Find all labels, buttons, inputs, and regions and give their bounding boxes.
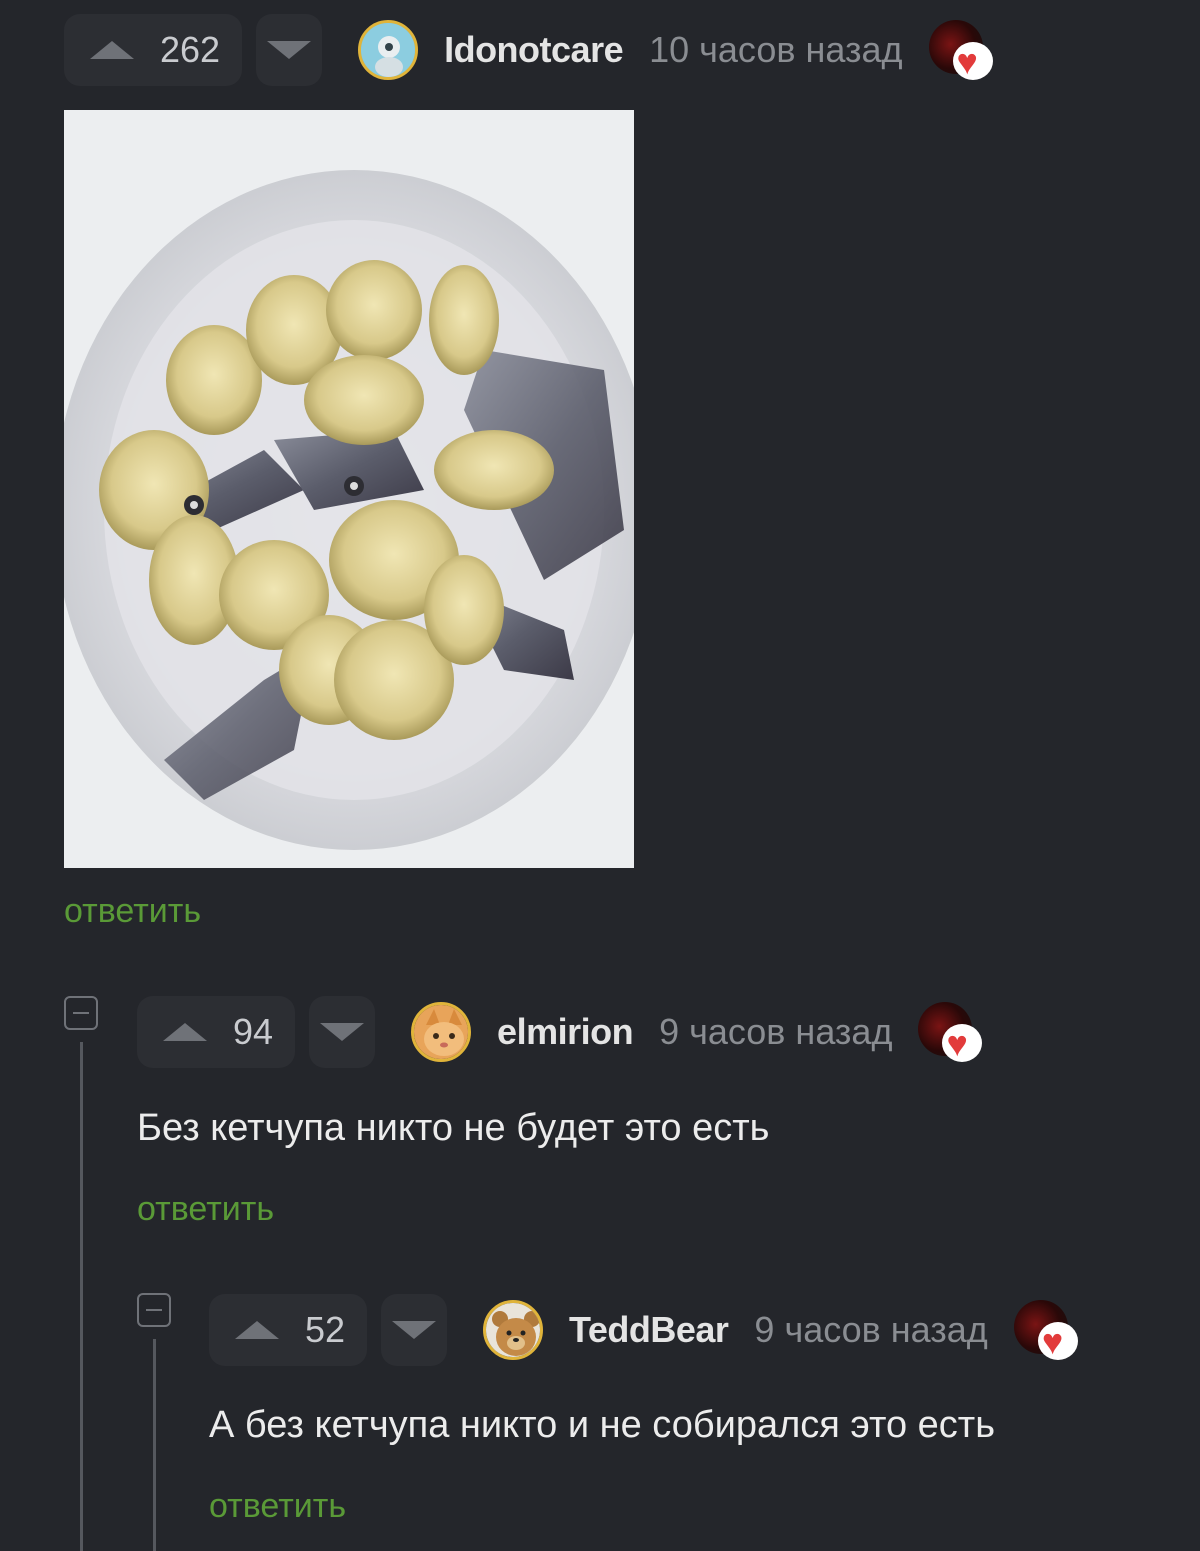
arrow-down-icon [320,1023,365,1041]
upvote-button[interactable]: 94 [137,996,296,1068]
reply-link[interactable]: ответить [137,1190,274,1229]
timestamp: 9 часов назад [659,1011,893,1052]
username[interactable]: Idonotcare [444,29,624,71]
upvote-button[interactable]: 262 [64,14,243,86]
heart-badge-icon: ♥ [1013,1300,1078,1360]
collapse-thread-icon[interactable] [64,996,98,1030]
arrow-up-icon [90,41,134,59]
heart-badge-icon: ♥ [918,1002,983,1062]
comment-header: 94 elmirion 9 часов назад ♥ [137,996,983,1068]
downvote-button[interactable] [381,1294,448,1366]
comment-image[interactable] [64,110,634,868]
arrow-down-icon [267,41,312,59]
thread-line[interactable] [80,1042,83,1551]
robot-avatar-icon [361,23,416,77]
avatar[interactable] [483,1300,544,1360]
comment-text: Без кетчупа никто не будет это есть [137,1107,770,1149]
vote-count: 262 [160,29,221,70]
avatar[interactable] [358,20,419,80]
avatar[interactable] [411,1002,472,1062]
downvote-button[interactable] [309,996,376,1068]
comment-header: 262 Idonotcare 10 часов назад ♥ [64,14,993,86]
arrow-up-icon [163,1023,207,1041]
reply-link[interactable]: ответить [64,892,201,931]
vote-count: 94 [233,1011,274,1052]
thread-line[interactable] [153,1339,156,1551]
arrow-up-icon [235,1321,279,1339]
teddy-bear-avatar-icon [486,1303,541,1357]
vote-count: 52 [305,1309,346,1350]
collapse-thread-icon[interactable] [137,1293,171,1327]
username[interactable]: elmirion [497,1011,634,1053]
timestamp: 10 часов назад [649,29,903,70]
arrow-down-icon [392,1321,437,1339]
timestamp: 9 часов назад [754,1309,988,1350]
downvote-button[interactable] [256,14,323,86]
heart-badge-icon: ♥ [928,20,993,80]
comments-page: 262 Idonotcare 10 часов назад ♥ ответить… [0,0,1200,1551]
comment-text: А без кетчупа никто и не собирался это е… [209,1404,995,1446]
reply-link[interactable]: ответить [209,1487,346,1526]
comment-header: 52 TeddBear 9 часов назад ♥ [209,1294,1078,1366]
upvote-button[interactable]: 52 [209,1294,368,1366]
cat-avatar-icon [414,1005,469,1059]
username[interactable]: TeddBear [569,1309,729,1351]
fish-banana-photo [64,110,634,868]
